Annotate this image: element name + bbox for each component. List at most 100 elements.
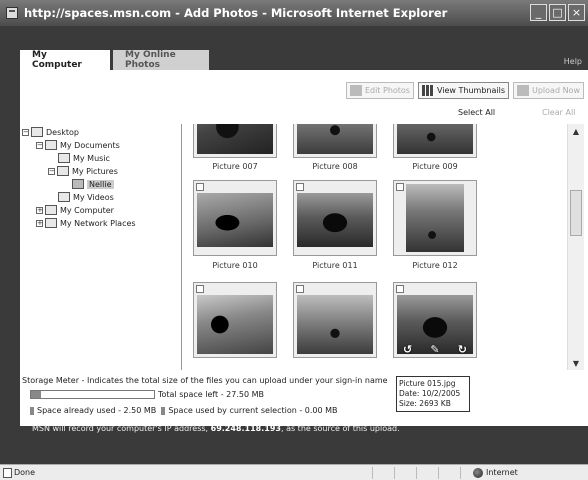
status-divider (438, 467, 439, 479)
tree-item-my-computer[interactable]: + My Computer (36, 204, 114, 216)
pencil-icon (349, 84, 362, 96)
upload-icon (517, 84, 529, 96)
scroll-down-icon[interactable]: ▼ (568, 356, 584, 370)
storage-bar (30, 390, 155, 399)
photo-thumbnail[interactable] (193, 282, 277, 358)
collapse-icon[interactable]: − (22, 128, 29, 136)
tree-item-my-videos[interactable]: My Videos (58, 191, 114, 203)
photo-caption: Picture 012 (412, 261, 458, 270)
photo-caption: Picture 008 (312, 162, 358, 171)
photo-image (297, 295, 373, 354)
image-tools: ↺ ✎ ↻ (394, 341, 476, 357)
thumbnails-icon (421, 84, 434, 96)
collapse-icon[interactable]: − (48, 167, 55, 175)
photo-caption: Picture 011 (312, 261, 358, 270)
vertical-scrollbar[interactable]: ▲ ▼ (567, 124, 584, 370)
tree-item-desktop[interactable]: − Desktop (22, 126, 79, 138)
computer-icon (45, 205, 57, 215)
tree-item-my-documents[interactable]: − My Documents (36, 139, 120, 151)
music-folder-icon (58, 153, 70, 163)
space-already-used: Space already used - 2.50 MB (37, 406, 157, 415)
tree-item-label: Nellie (87, 179, 114, 189)
tooltip-date: Date: 10/2/2005 (399, 389, 461, 398)
photo-thumbnail[interactable] (293, 180, 377, 256)
page-done-icon (3, 468, 12, 478)
storage-bar-fill (31, 391, 42, 398)
photo-image (297, 124, 373, 154)
scroll-up-icon[interactable]: ▲ (568, 124, 584, 138)
expand-icon[interactable]: + (36, 219, 43, 227)
photo-image (406, 184, 464, 252)
photo-image (197, 295, 273, 354)
minimize-button[interactable]: _ (530, 4, 547, 21)
photo-thumbnail[interactable]: ↺ ✎ ↻ (393, 282, 477, 358)
photo-image (297, 193, 373, 247)
security-zone: Internet (486, 468, 518, 477)
tab-my-online-photos[interactable]: My Online Photos (113, 50, 209, 70)
globe-icon (473, 468, 483, 478)
select-all-link[interactable]: Select All (458, 108, 495, 117)
tree-item-my-music[interactable]: My Music (58, 152, 110, 164)
photo-checkbox[interactable] (196, 285, 204, 293)
photo-caption: Picture 007 (212, 162, 258, 171)
view-thumbnails-button[interactable]: View Thumbnails (417, 81, 509, 99)
photo-thumbnail[interactable] (393, 124, 477, 158)
upload-now-button[interactable]: Upload Now (513, 81, 584, 99)
photo-picker-panel: Edit Photos View Thumbnails Upload Now S… (20, 70, 588, 426)
window-title: http://spaces.msn.com - Add Photos - Mic… (24, 6, 448, 20)
ip-address-note: MSN will record your computer's IP addre… (32, 424, 400, 433)
tree-item-label: My Pictures (72, 166, 118, 176)
folder-icon (45, 140, 57, 150)
tab-my-computer[interactable]: My Computer (20, 50, 110, 70)
legend-swatch (30, 406, 34, 415)
photo-thumbnail[interactable] (193, 124, 277, 158)
photo-checkbox[interactable] (296, 285, 304, 293)
tree-item-label: My Videos (73, 192, 114, 202)
tree-item-label: Desktop (46, 127, 79, 137)
network-icon (45, 218, 57, 228)
photo-image (397, 124, 473, 154)
tree-item-my-pictures[interactable]: − My Pictures (48, 165, 118, 177)
folder-open-icon (72, 179, 84, 189)
storage-legend: Space already used - 2.50 MB Space used … (30, 406, 338, 415)
status-divider (460, 467, 461, 479)
toolbar: Edit Photos View Thumbnails Upload Now (20, 80, 588, 100)
thumbnail-grid: Picture 007 Picture 008 Picture 009 Pict… (183, 124, 567, 370)
photo-checkbox[interactable] (296, 183, 304, 191)
status-divider (394, 467, 395, 479)
status-text: Done (14, 468, 36, 477)
photo-checkbox[interactable] (196, 183, 204, 191)
close-button[interactable]: × (568, 4, 585, 21)
status-bar: Done Internet (0, 464, 588, 480)
photo-thumbnail[interactable] (393, 180, 477, 256)
photo-thumbnail[interactable] (293, 124, 377, 158)
storage-meter: Storage Meter - Indicates the total size… (20, 372, 588, 426)
photo-checkbox[interactable] (396, 285, 404, 293)
window-controls: _ □ × (530, 4, 585, 21)
edit-photos-button[interactable]: Edit Photos (345, 81, 414, 99)
legend-swatch (161, 406, 166, 415)
maximize-button[interactable]: □ (549, 4, 566, 21)
photo-thumbnail[interactable] (193, 180, 277, 256)
ip-note-prefix: MSN will record your computer's IP addre… (32, 424, 211, 433)
ip-note-suffix: , as the source of this upload. (280, 424, 400, 433)
photo-checkbox[interactable] (396, 183, 404, 191)
ip-address: 69.248.118.193 (210, 424, 281, 433)
tree-item-label: My Documents (60, 140, 120, 150)
status-divider (416, 467, 417, 479)
collapse-icon[interactable]: − (36, 141, 43, 149)
help-link[interactable]: Help (564, 57, 582, 66)
expand-icon[interactable]: + (36, 206, 43, 214)
tree-item-nellie[interactable]: Nellie (72, 178, 114, 190)
clear-all-link[interactable]: Clear All (542, 108, 575, 117)
rotate-right-icon[interactable]: ↻ (458, 343, 467, 356)
folder-tree: − Desktop − My Documents My Music − My P… (20, 124, 182, 370)
scroll-thumb[interactable] (570, 190, 582, 236)
edit-icon[interactable]: ✎ (430, 343, 439, 356)
photo-thumbnail[interactable] (293, 282, 377, 358)
status-divider (372, 467, 373, 479)
tree-item-my-network-places[interactable]: + My Network Places (36, 217, 136, 229)
rotate-left-icon[interactable]: ↺ (403, 343, 412, 356)
tree-item-label: My Computer (60, 205, 114, 215)
selection-row: Select All Clear All (20, 106, 588, 120)
